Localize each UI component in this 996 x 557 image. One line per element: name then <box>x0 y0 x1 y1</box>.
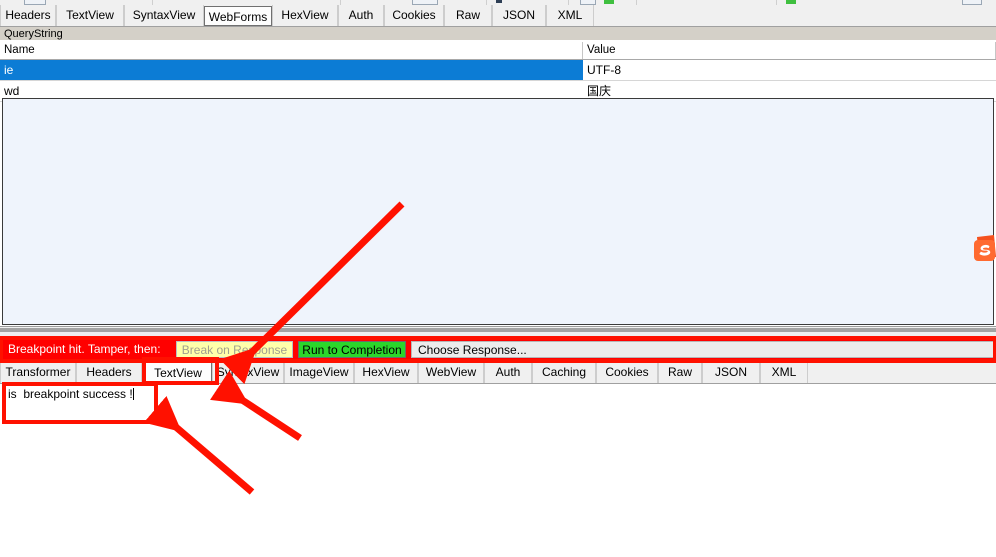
response-inspector-tabstrip: Transformer Headers TextView SyntaxView … <box>0 361 996 384</box>
toolbar-green-icon[interactable] <box>786 0 796 4</box>
grid-cell-name[interactable]: ie <box>0 60 583 80</box>
toolbar-green-icon[interactable] <box>604 0 614 4</box>
grid-cell-value[interactable]: UTF-8 <box>583 60 996 80</box>
tab-raw[interactable]: Raw <box>658 361 702 383</box>
tab-syntaxview[interactable]: SyntaxView <box>124 5 204 26</box>
response-body-text-line: is breakpoint success ! <box>8 387 134 401</box>
tab-auth[interactable]: Auth <box>484 361 532 383</box>
tab-webforms[interactable]: WebForms <box>204 6 272 26</box>
grid-column-header-value[interactable]: Value <box>583 42 996 59</box>
sogou-s-logo-icon <box>974 235 996 261</box>
tab-xml[interactable]: XML <box>760 361 808 383</box>
tab-cookies[interactable]: Cookies <box>596 361 658 383</box>
tab-auth[interactable]: Auth <box>338 5 384 26</box>
response-body-text: is breakpoint success ! <box>8 387 133 401</box>
grid-header-row: Name Value <box>0 42 996 60</box>
tab-hexview[interactable]: HexView <box>354 361 418 383</box>
tab-hexview[interactable]: HexView <box>272 5 338 26</box>
text-caret <box>132 388 134 400</box>
toolbar-dark-icon[interactable] <box>496 0 502 3</box>
tab-raw[interactable]: Raw <box>444 5 492 26</box>
breakpoint-notification-bar: Breakpoint hit. Tamper, then: Break on R… <box>0 338 996 361</box>
response-body-textbox[interactable]: is breakpoint success ! <box>4 384 156 422</box>
querystring-grid: Name Value ie UTF-8 wd 国庆 <box>0 42 996 102</box>
querystring-section-header: QueryString <box>0 27 996 41</box>
tab-json[interactable]: JSON <box>702 361 760 383</box>
tab-transformer[interactable]: Transformer <box>0 361 76 383</box>
splitter-grip <box>0 328 996 332</box>
tab-syntaxview[interactable]: SyntaxView <box>212 361 284 383</box>
request-body-panel[interactable] <box>2 98 994 325</box>
breakpoint-message: Breakpoint hit. Tamper, then: <box>8 342 161 356</box>
tab-imageview[interactable]: ImageView <box>284 361 354 383</box>
tab-textview[interactable]: TextView <box>56 5 124 26</box>
tab-webview[interactable]: WebView <box>418 361 484 383</box>
break-on-response-button[interactable]: Break on Response <box>176 341 293 358</box>
grid-column-header-name[interactable]: Name <box>0 42 583 59</box>
tab-headers[interactable]: Headers <box>76 361 142 383</box>
request-inspector-tabstrip: Headers TextView SyntaxView WebForms Hex… <box>0 5 996 27</box>
choose-response-dropdown[interactable]: Choose Response... <box>411 341 996 358</box>
tab-textview[interactable]: TextView <box>144 362 212 383</box>
tab-caching[interactable]: Caching <box>532 361 596 383</box>
run-to-completion-button[interactable]: Run to Completion <box>298 341 406 358</box>
tab-headers[interactable]: Headers <box>0 5 56 26</box>
tab-json[interactable]: JSON <box>492 5 546 26</box>
tab-cookies[interactable]: Cookies <box>384 5 444 26</box>
table-row[interactable]: ie UTF-8 <box>0 60 996 81</box>
tab-xml[interactable]: XML <box>546 5 594 26</box>
